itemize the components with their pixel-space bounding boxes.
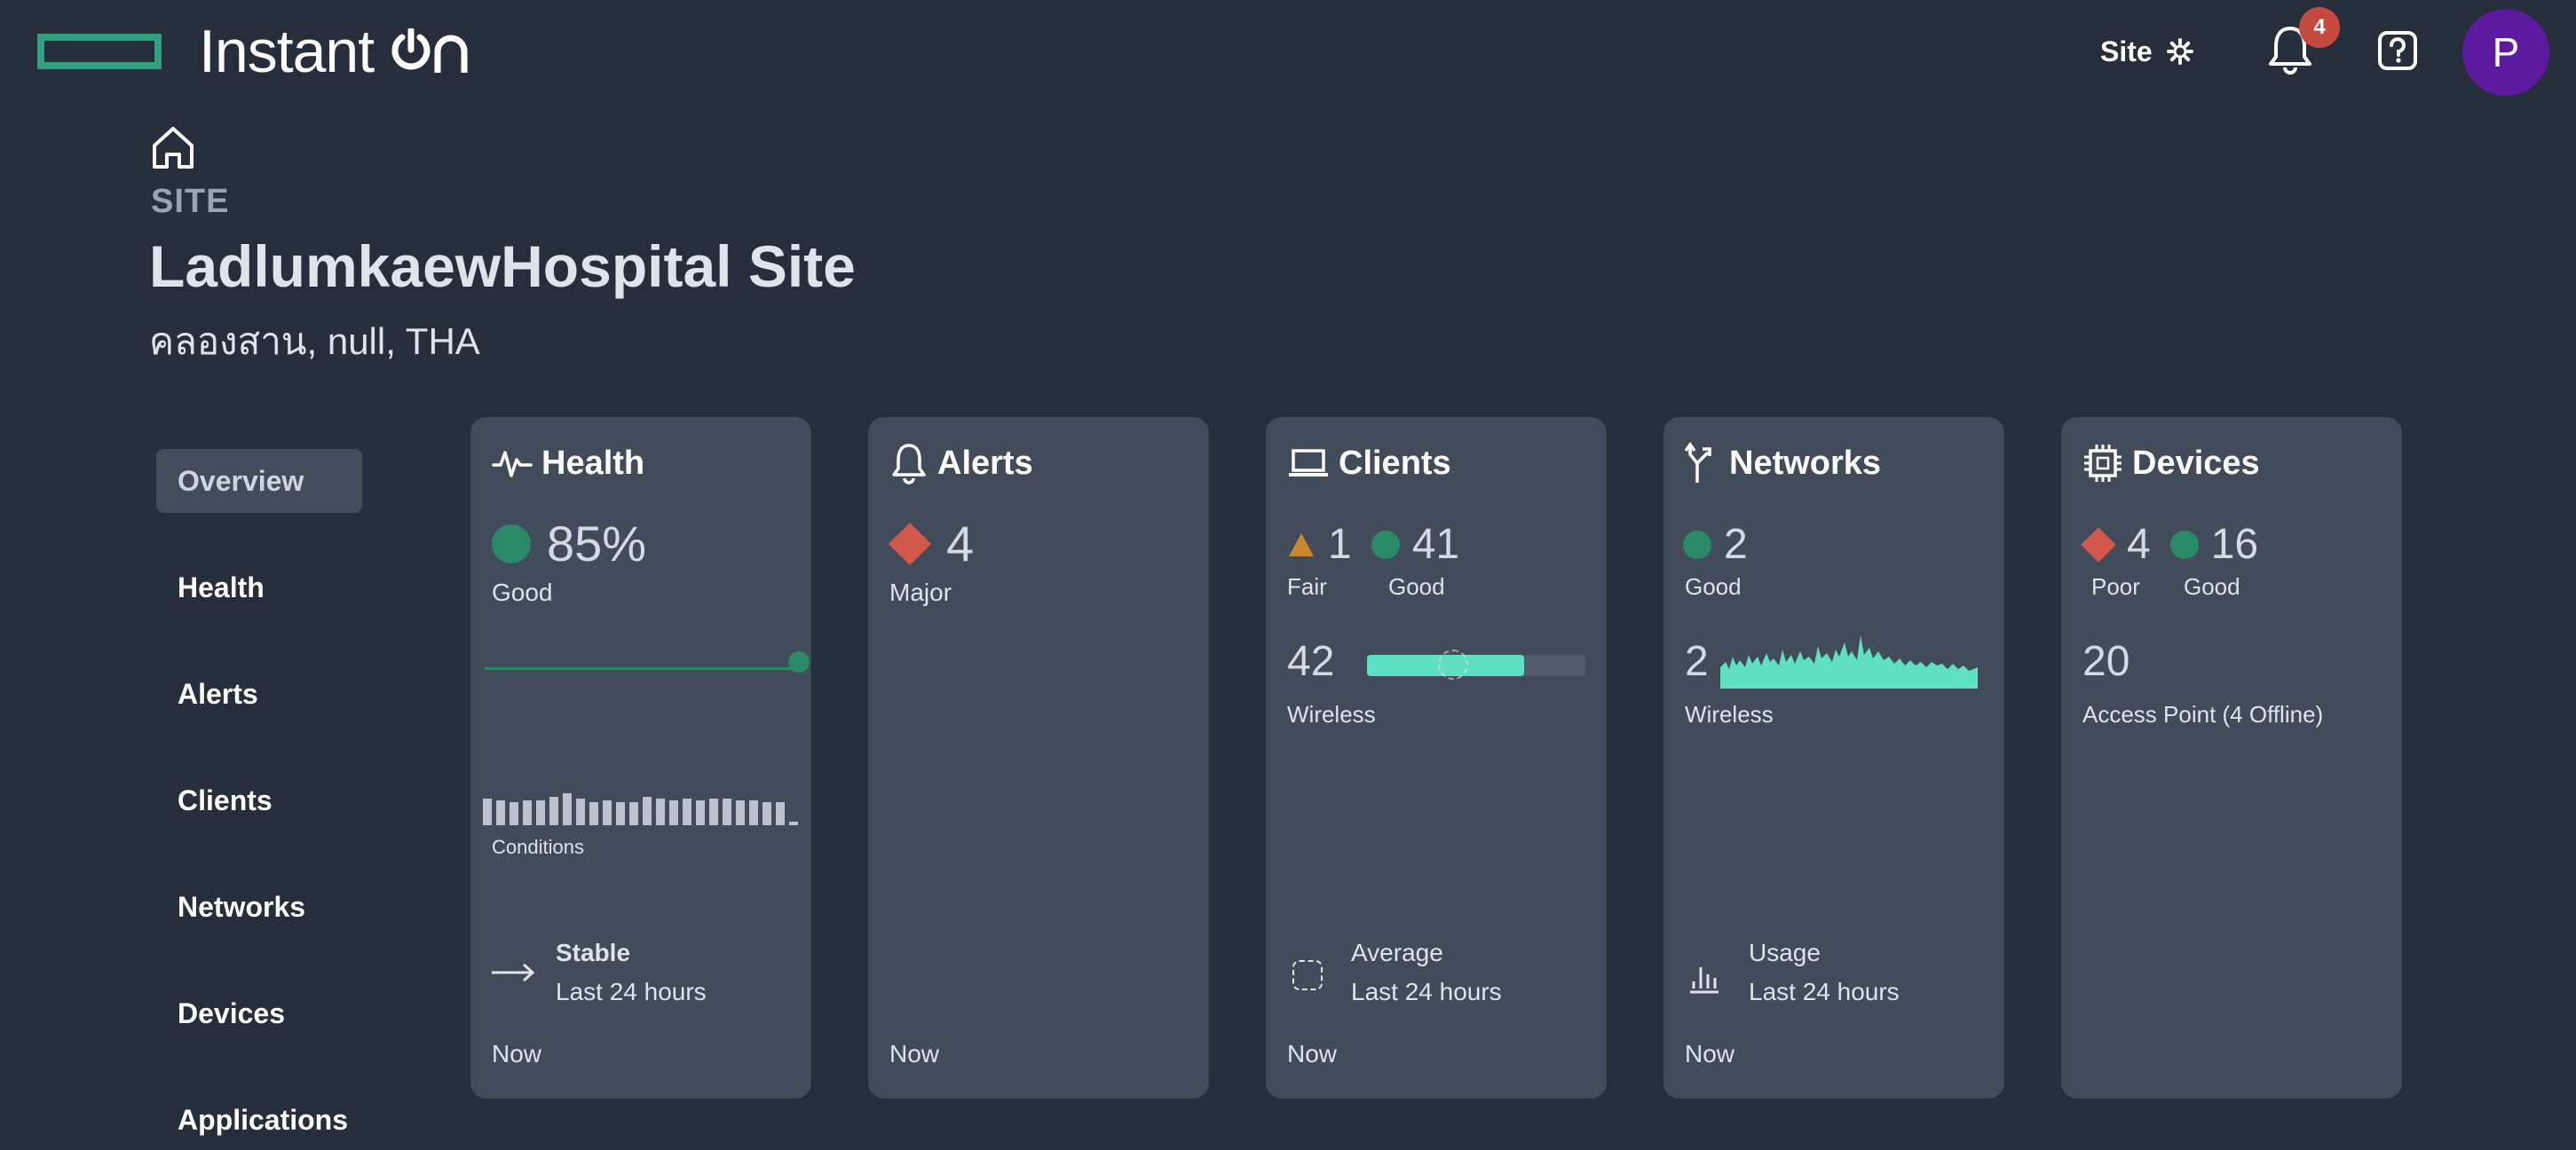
nav-item-applications[interactable]: Applications [156, 1088, 362, 1150]
user-avatar[interactable]: P [2462, 9, 2549, 96]
app-brand: Instant [199, 16, 471, 87]
clients-wireless-label: Wireless [1287, 701, 1376, 728]
health-trend-point [788, 651, 810, 673]
site-button-label: Site [2100, 35, 2153, 67]
networks-wireless-label: Wireless [1685, 701, 1774, 728]
nav-item-alerts[interactable]: Alerts [156, 662, 362, 726]
devices-good-count: 16 [2210, 521, 2259, 568]
networks-period: Last 24 hours [1749, 978, 1900, 1005]
conditions-label: Conditions [492, 836, 584, 858]
networks-card-header[interactable]: Networks [1685, 440, 1881, 486]
health-card-title: Health [541, 444, 645, 482]
brand-name: Instant [199, 18, 375, 85]
clients-card-title: Clients [1339, 444, 1451, 482]
good-status-dot [1371, 530, 1400, 559]
site-location: คลองสาน, null, THA [149, 320, 480, 362]
networks-wireless-count: 2 [1685, 638, 1709, 685]
page-title: LadlumkaewHospital Site [149, 233, 856, 299]
bar-chart-icon [1688, 958, 1720, 998]
nav-item-overview[interactable]: Overview [156, 449, 362, 513]
notification-count-badge: 4 [2299, 7, 2340, 48]
networks-card[interactable]: Networks 2 Good 2 Wireless Usage Last 24… [1663, 417, 2004, 1099]
health-now-label: Now [492, 1040, 542, 1067]
bell-icon [892, 444, 926, 484]
help-icon [2378, 31, 2417, 70]
network-split-icon [1685, 442, 1711, 483]
health-period: Last 24 hours [556, 978, 707, 1005]
health-trend-label: Stable [556, 939, 631, 966]
help-button[interactable] [2377, 30, 2418, 71]
major-alert-icon [888, 522, 932, 565]
poor-status-icon [2081, 526, 2116, 563]
networks-card-title: Networks [1729, 444, 1882, 482]
alerts-severity: Major [889, 579, 952, 606]
networks-usage-label: Usage [1749, 939, 1821, 966]
good-status-dot [492, 524, 531, 563]
nav-item-devices[interactable]: Devices [156, 981, 362, 1045]
alerts-now-label: Now [889, 1040, 940, 1067]
health-card[interactable]: Health 85% Good Conditions Stable Last 2… [470, 417, 811, 1099]
networks-good-label: Good [1685, 573, 1742, 600]
health-status: Good [492, 579, 553, 606]
alerts-count: 4 [946, 516, 975, 571]
nav-item-clients[interactable]: Clients [156, 768, 362, 832]
devices-card-title: Devices [2132, 444, 2260, 482]
clients-fair-label: Fair [1287, 573, 1327, 600]
hpe-logo [37, 34, 162, 69]
power-on-logo-icon [390, 28, 471, 75]
good-status-dot [2169, 530, 2199, 559]
clients-wireless-bar [1367, 650, 1585, 680]
average-icon [1292, 960, 1323, 990]
devices-ap-label: Access Point (4 Offline) [2082, 701, 2324, 728]
devices-card-header[interactable]: Devices [2082, 440, 2260, 486]
health-card-header[interactable]: Health [492, 440, 644, 486]
clients-card[interactable]: Clients 1 41 Fair Good 42 Wireless Avera… [1266, 417, 1607, 1099]
site-settings-button[interactable]: Site [2100, 30, 2193, 73]
average-marker [1438, 650, 1468, 680]
fair-triangle-icon [1289, 532, 1314, 556]
arrow-right-icon [490, 962, 536, 988]
health-trend-line [485, 667, 795, 670]
alerts-card[interactable]: Alerts 4 Major Now [868, 417, 1209, 1099]
clients-now-label: Now [1287, 1040, 1338, 1067]
devices-poor-count: 4 [2127, 521, 2151, 568]
clients-fair-count: 1 [1328, 521, 1352, 568]
conditions-bars [483, 793, 802, 825]
top-bar: Instant Site 4 P [0, 0, 2576, 105]
clients-average-label: Average [1351, 939, 1443, 966]
clients-good-label: Good [1388, 573, 1445, 600]
usage-sparkline [1720, 630, 1978, 693]
pulse-icon [492, 451, 533, 477]
clients-card-header[interactable]: Clients [1287, 440, 1451, 486]
home-icon[interactable] [149, 124, 197, 172]
health-percent: 85% [547, 516, 647, 571]
devices-total: 20 [2082, 638, 2130, 685]
devices-poor-label: Poor [2091, 573, 2140, 600]
networks-now-label: Now [1685, 1040, 1735, 1067]
chip-icon [2084, 445, 2122, 482]
clients-good-count: 41 [1411, 521, 1460, 568]
clients-period: Last 24 hours [1351, 978, 1502, 1005]
gear-icon [2166, 38, 2193, 65]
devices-card[interactable]: Devices 4 16 Poor Good 20 Access Point (… [2061, 417, 2402, 1099]
laptop-icon [1289, 449, 1328, 477]
alerts-card-title: Alerts [937, 444, 1033, 482]
networks-good-count: 2 [1724, 521, 1748, 568]
nav-item-health[interactable]: Health [156, 555, 362, 619]
devices-good-label: Good [2184, 573, 2240, 600]
good-status-dot [1683, 530, 1711, 559]
clients-wireless-count: 42 [1287, 638, 1335, 685]
nav-item-networks[interactable]: Networks [156, 875, 362, 939]
site-label: SITE [151, 183, 230, 220]
alerts-card-header[interactable]: Alerts [889, 440, 1033, 486]
